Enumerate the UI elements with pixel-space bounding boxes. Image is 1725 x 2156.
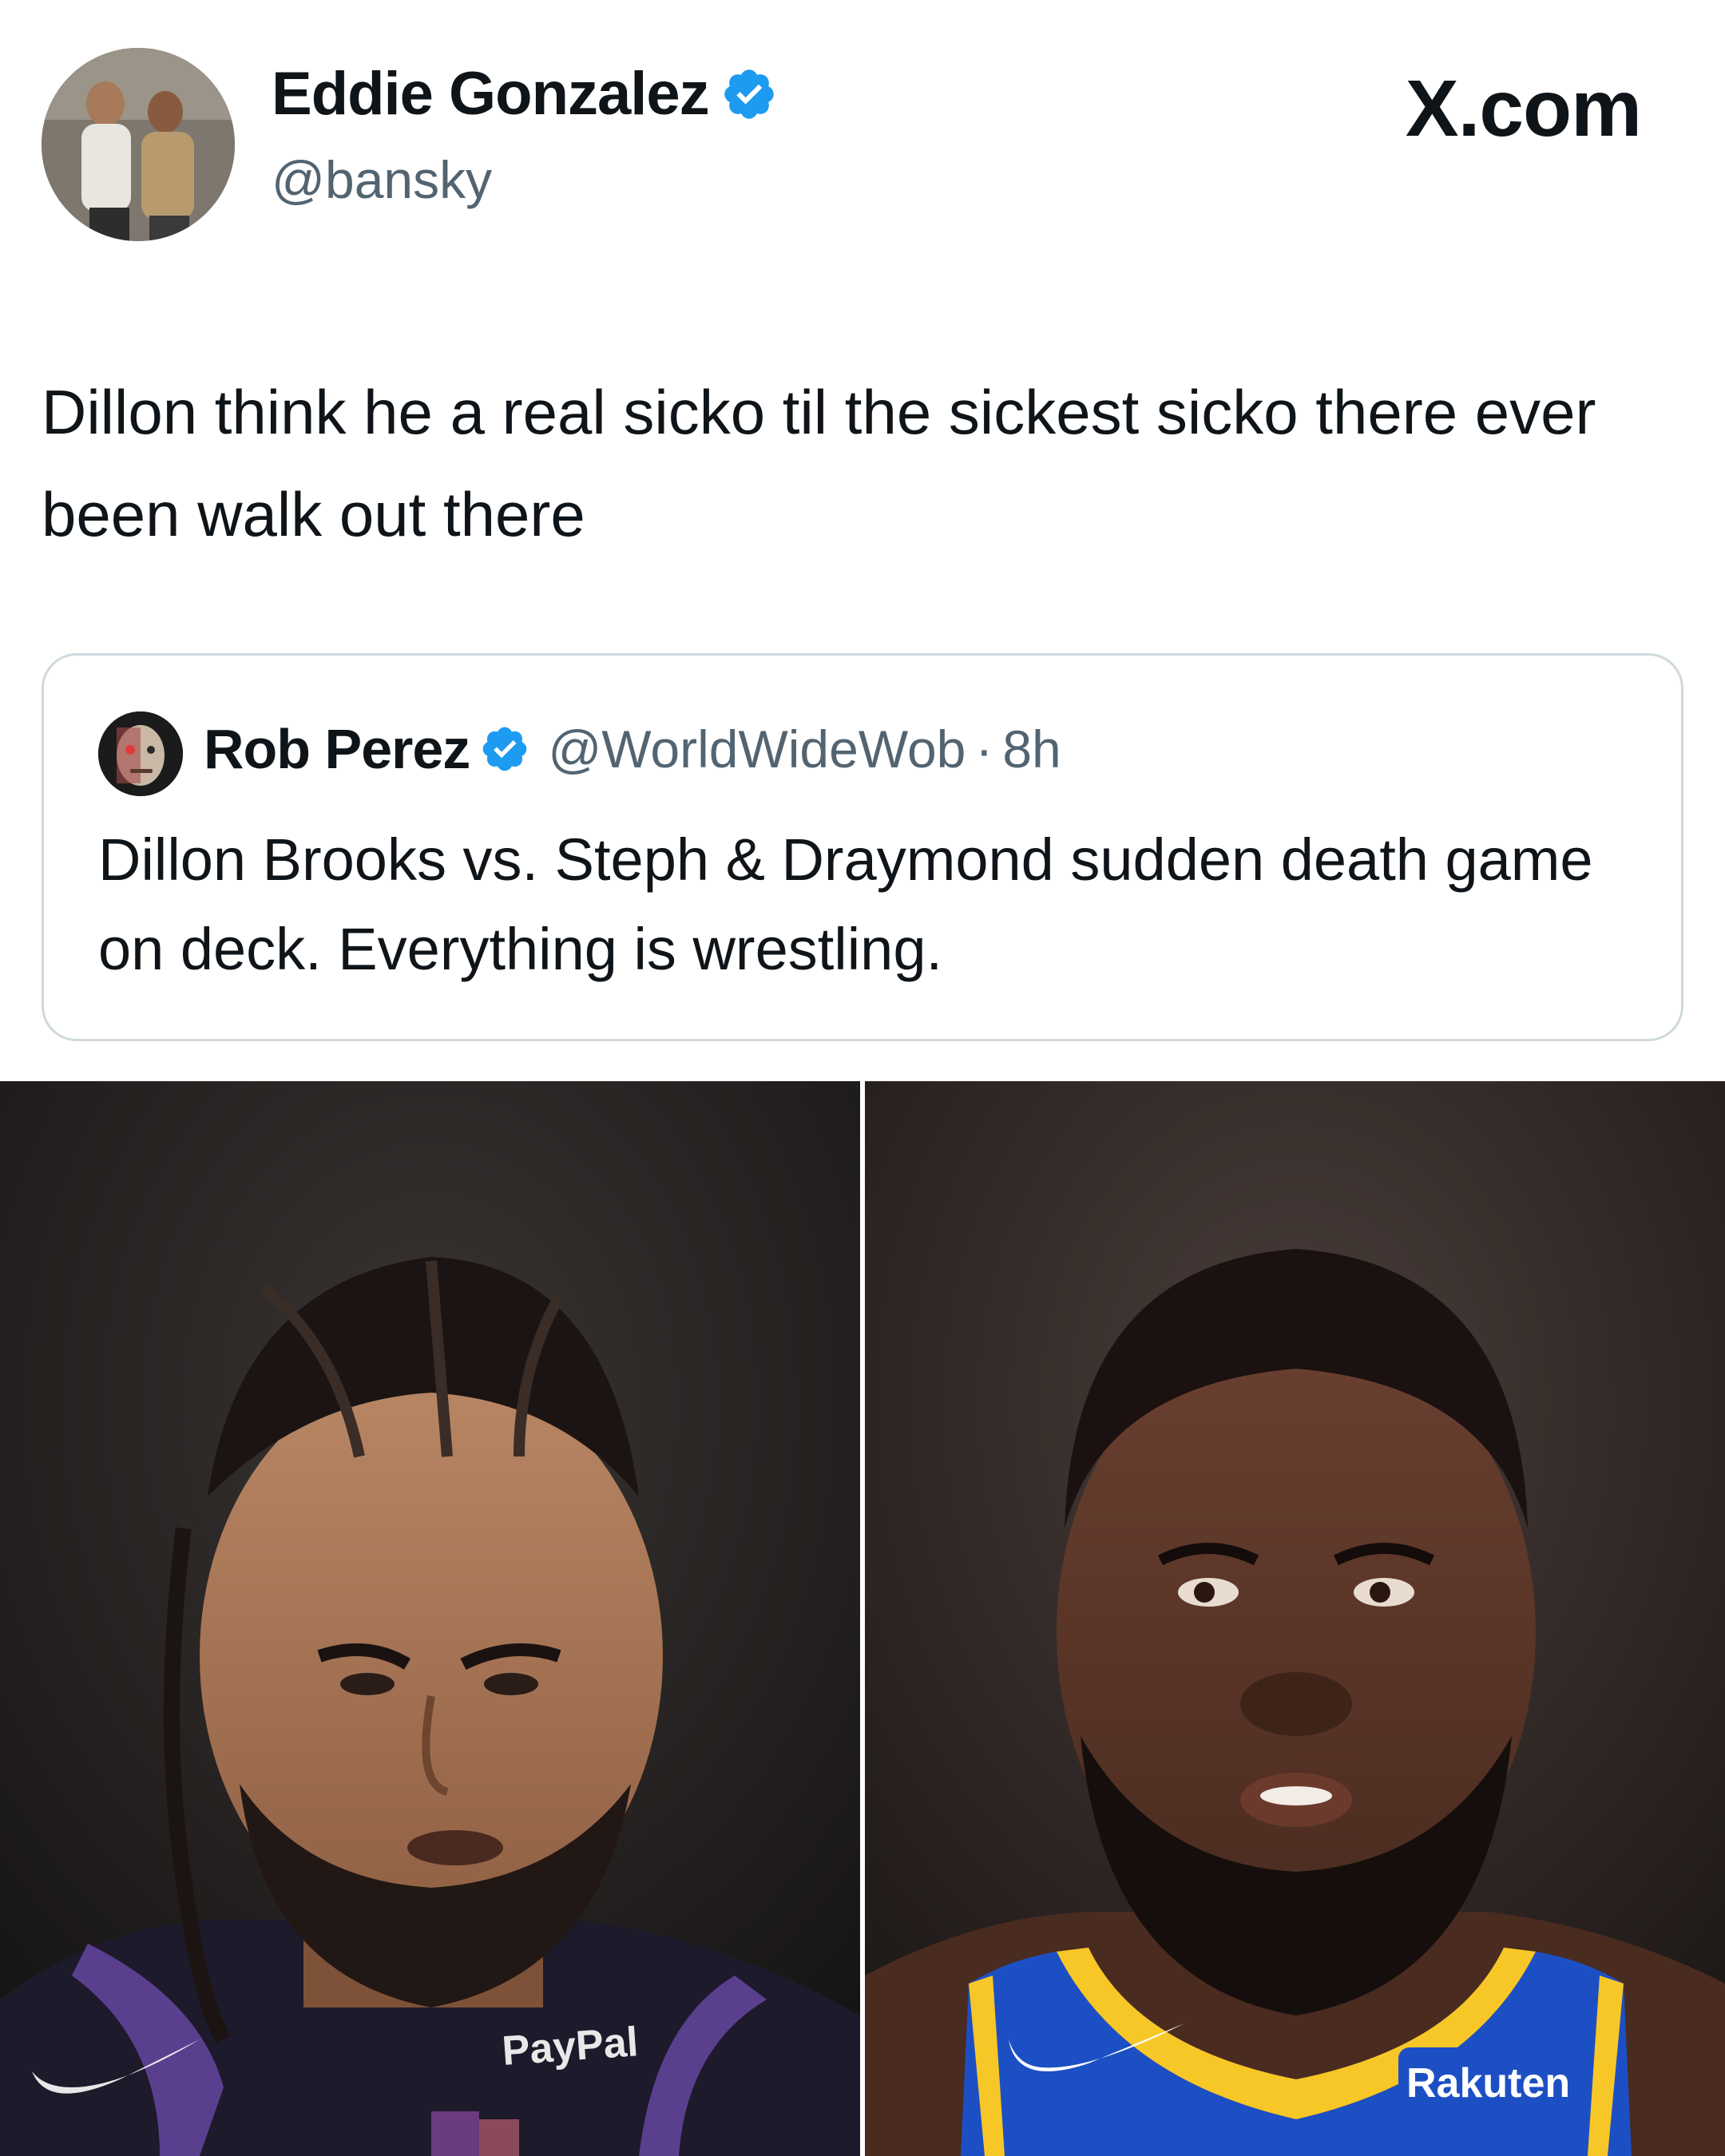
tweet-text: Dillon think he a real sicko til the sic… xyxy=(42,377,1596,549)
media-photo-right[interactable]: Rakuten xyxy=(865,1081,1725,2156)
tweet-media[interactable]: PayPal Rakuten xyxy=(0,1081,1725,2156)
right-jersey-sponsor: Rakuten xyxy=(1406,2060,1570,2106)
author-avatar[interactable] xyxy=(42,48,235,241)
author-display-name[interactable]: Eddie Gonzalez xyxy=(272,64,710,125)
quoted-timestamp[interactable]: 8h xyxy=(1002,723,1061,775)
quoted-author-avatar[interactable] xyxy=(98,711,183,796)
quoted-header-row: Rob Perez @WorldWideWob · 8h xyxy=(204,721,1061,777)
verified-badge-icon xyxy=(724,69,774,119)
left-jersey-sponsor: PayPal xyxy=(501,2019,640,2075)
author-name-row: Eddie Gonzalez xyxy=(272,64,778,125)
avatar-photo xyxy=(42,48,235,241)
brand-watermark: X.com xyxy=(1405,64,1642,153)
player-photo-right: Rakuten xyxy=(865,1081,1725,2156)
quoted-verified-badge-icon xyxy=(482,727,527,771)
quoted-avatar-photo xyxy=(98,711,183,796)
media-photo-left[interactable]: PayPal xyxy=(0,1081,860,2156)
quoted-separator: · xyxy=(975,719,993,779)
quoted-tweet-text: Dillon Brooks vs. Steph & Draymond sudde… xyxy=(98,826,1593,982)
quoted-tweet-card[interactable]: Rob Perez @WorldWideWob · 8h Dillon Broo… xyxy=(42,653,1683,1041)
author-handle[interactable]: @bansky xyxy=(272,153,492,206)
quoted-handle[interactable]: @WorldWideWob xyxy=(548,723,966,775)
player-photo-left: PayPal xyxy=(0,1081,860,2156)
quoted-display-name[interactable]: Rob Perez xyxy=(204,721,470,777)
